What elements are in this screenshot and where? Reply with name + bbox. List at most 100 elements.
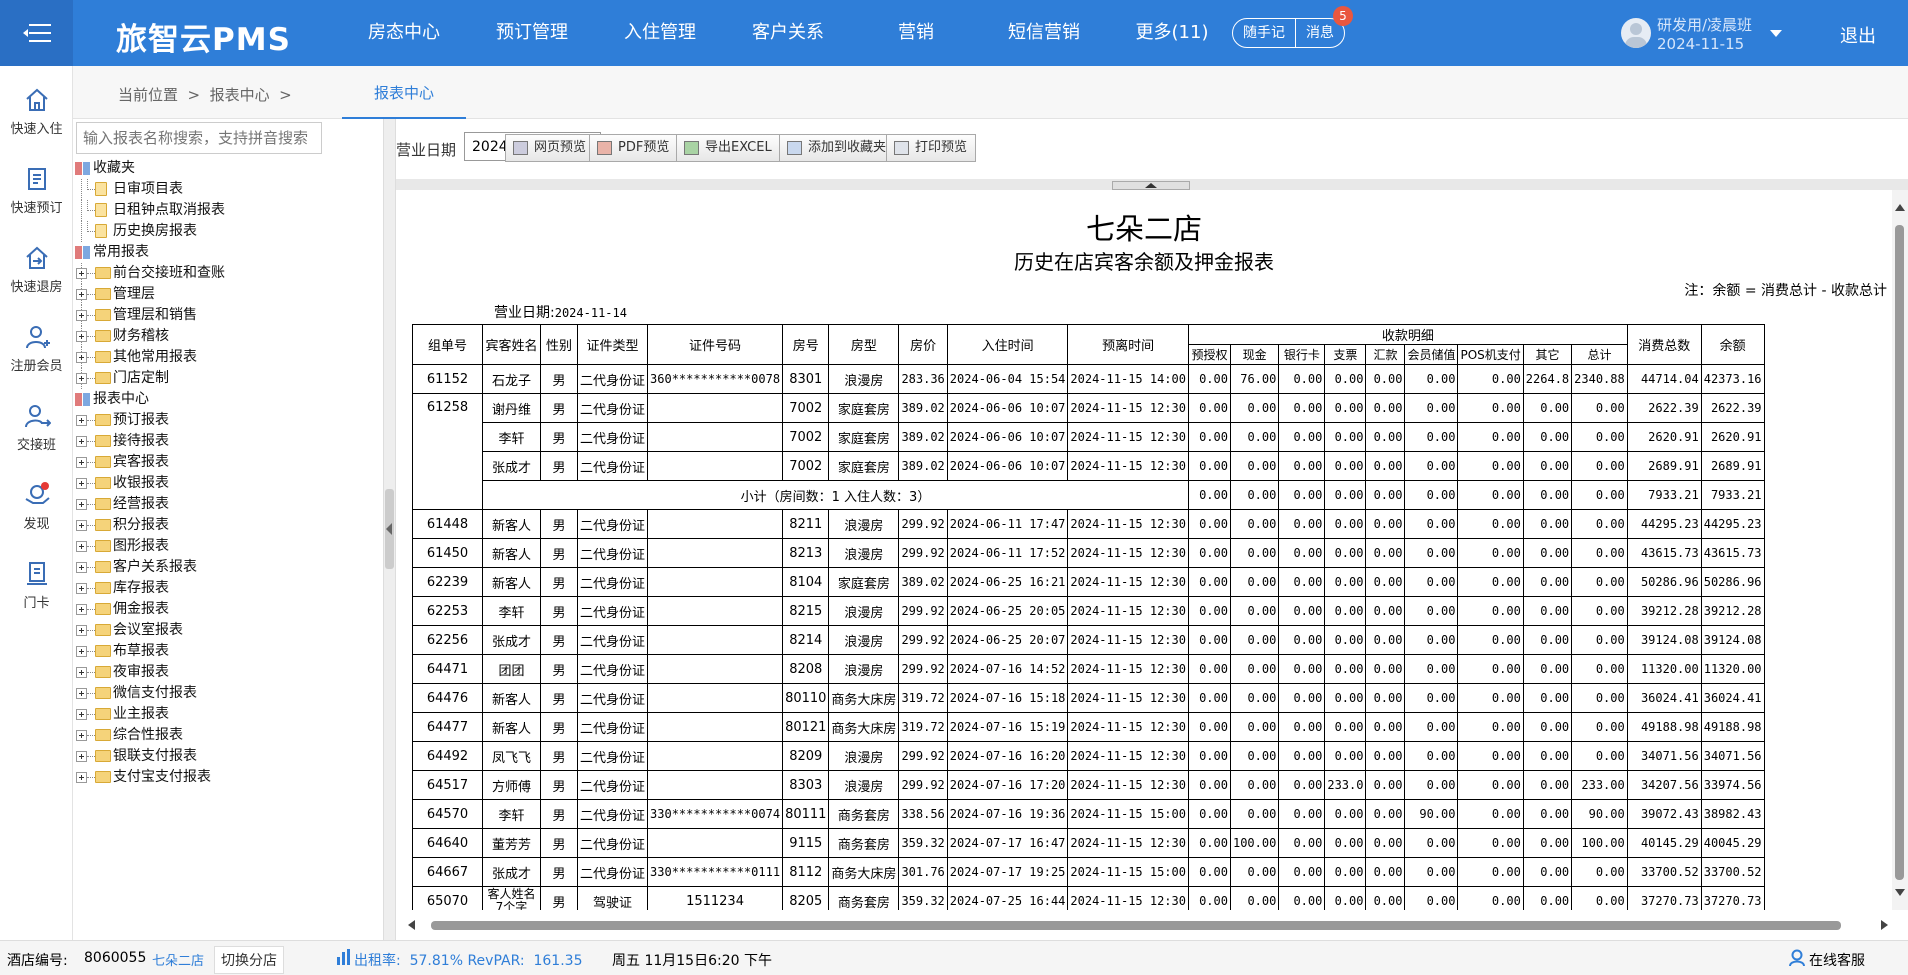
horizontal-scrollbar[interactable] — [396, 910, 1892, 940]
tree-node[interactable]: 佣金报表 — [73, 599, 383, 620]
table-row[interactable]: 64640 董芳芳男二代身份证 9115 商务套房 359.32 2024-07-17 1… — [412, 828, 1765, 858]
table-row[interactable]: 李轩男二代身份证 7002 家庭套房 389.02 2024-06-06 10:07 20… — [413, 422, 1765, 452]
table-row[interactable]: 64492 凤飞飞男二代身份证 8209 浪漫房 299.92 2024-07-16 16… — [412, 741, 1765, 771]
nav-item-6[interactable]: 更多(11) — [1108, 0, 1236, 66]
tree-node-label[interactable]: 银联支付报表 — [113, 746, 197, 767]
quick-checkout-button[interactable]: 快速退房 — [0, 244, 73, 295]
expand-icon[interactable] — [76, 688, 87, 699]
report-search-input[interactable] — [76, 122, 322, 154]
nav-item-5[interactable]: 短信营销 — [980, 0, 1108, 66]
tree-node-label[interactable]: 佣金报表 — [113, 599, 169, 620]
tree-node-label[interactable]: 管理层 — [113, 284, 155, 305]
tree-node[interactable]: 客户关系报表 — [73, 557, 383, 578]
tree-node-label[interactable]: 预订报表 — [113, 410, 169, 431]
logout-button[interactable]: 退出 — [1840, 22, 1876, 48]
tree-node[interactable]: 夜审报表 — [73, 662, 383, 683]
expand-icon[interactable] — [76, 772, 87, 783]
tree-node[interactable]: 常用报表 — [73, 242, 383, 263]
pdf-preview-button[interactable]: PDF预览 — [589, 134, 679, 162]
expand-icon[interactable] — [76, 331, 87, 342]
tree-node[interactable]: 库存报表 — [73, 578, 383, 599]
tree-node-label[interactable]: 门店定制 — [113, 368, 169, 389]
expand-icon[interactable] — [76, 625, 87, 636]
add-favorite-button[interactable]: 添加到收藏夹 — [779, 134, 896, 162]
user-name[interactable]: 研发用/凌晨班 — [1657, 14, 1752, 35]
nav-item-4[interactable]: 营销 — [852, 0, 980, 66]
expand-icon[interactable] — [76, 604, 87, 615]
tree-node[interactable]: 前台交接班和查账 — [73, 263, 383, 284]
tree-node[interactable]: 宾客报表 — [73, 452, 383, 473]
quick-note-button[interactable]: 随手记 — [1233, 19, 1295, 47]
expand-icon[interactable] — [76, 541, 87, 552]
tree-node-label[interactable]: 日租钟点取消报表 — [113, 200, 225, 221]
table-row[interactable]: 张成才男二代身份证 7002 家庭套房 389.02 2024-06-06 10:07 2… — [413, 451, 1765, 481]
tree-node[interactable]: 收藏夹 — [73, 158, 383, 179]
table-row[interactable]: 61258 谢丹维男二代身份证 7002 家庭套房 389.02 2024-06-06 1… — [412, 393, 1765, 510]
register-member-button[interactable]: 注册会员 — [0, 323, 73, 374]
table-row[interactable]: 62256 张成才男二代身份证 8214 浪漫房 299.92 2024-06-25 20… — [412, 625, 1765, 655]
table-row[interactable]: 64667 张成才男二代身份证 330***********0111 8112 商务大床… — [412, 857, 1765, 887]
tree-node-label[interactable]: 报表中心 — [93, 389, 149, 410]
nav-item-1[interactable]: 预订管理 — [468, 0, 596, 66]
table-row[interactable]: 61448 新客人男二代身份证 8211 浪漫房 299.92 2024-06-11 17… — [412, 509, 1765, 539]
tree-node-label[interactable]: 管理层和销售 — [113, 305, 197, 326]
tree-node-label[interactable]: 业主报表 — [113, 704, 169, 725]
expand-icon[interactable] — [76, 646, 87, 657]
tree-node-label[interactable]: 其他常用报表 — [113, 347, 197, 368]
expand-icon[interactable] — [76, 667, 87, 678]
print-preview-button[interactable]: 打印预览 — [886, 134, 977, 162]
table-row[interactable]: 64517 方师傅男二代身份证 8303 浪漫房 299.92 2024-07-16 17… — [412, 770, 1765, 800]
door-card-button[interactable]: 门卡 — [0, 560, 73, 611]
horizontal-scroll-thumb[interactable] — [431, 921, 1841, 930]
scroll-left-icon[interactable] — [408, 920, 415, 930]
tree-node[interactable]: 日租钟点取消报表 — [73, 200, 383, 221]
switch-branch-button[interactable]: 切换分店 — [214, 946, 284, 974]
web-preview-button[interactable]: 网页预览 — [505, 134, 596, 162]
expand-icon[interactable] — [76, 730, 87, 741]
expand-icon[interactable] — [76, 583, 87, 594]
quick-checkin-button[interactable]: 快速入住 — [0, 86, 73, 137]
table-row[interactable]: 64476 新客人男二代身份证 80110 商务大床房 319.72 2024-07-16… — [412, 683, 1765, 713]
tree-node[interactable]: 业主报表 — [73, 704, 383, 725]
menu-toggle-button[interactable] — [0, 0, 73, 66]
expand-icon[interactable] — [76, 415, 87, 426]
tree-node-label[interactable]: 历史换房报表 — [113, 221, 197, 242]
chevron-down-icon[interactable] — [1770, 30, 1782, 37]
table-row[interactable]: 64477 新客人男二代身份证 80121 商务大床房 319.72 2024-07-16… — [412, 712, 1765, 742]
tree-node-label[interactable]: 综合性报表 — [113, 725, 183, 746]
tree-node[interactable]: 其他常用报表 — [73, 347, 383, 368]
tree-node[interactable]: 积分报表 — [73, 515, 383, 536]
tree-node[interactable]: 日审项目表 — [73, 179, 383, 200]
tree-node[interactable]: 经营报表 — [73, 494, 383, 515]
expand-icon[interactable] — [76, 373, 87, 384]
online-service-button[interactable]: 在线客服 — [1809, 950, 1865, 970]
tree-node-label[interactable]: 支付宝支付报表 — [113, 767, 211, 788]
tree-node-label[interactable]: 接待报表 — [113, 431, 169, 452]
collapse-toolbar-icon[interactable] — [1112, 181, 1190, 190]
table-row[interactable]: 61152 石龙子男二代身份证 360***********0078 8301 浪漫房 2… — [412, 364, 1765, 394]
tree-node-label[interactable]: 图形报表 — [113, 536, 169, 557]
tree-node[interactable]: 门店定制 — [73, 368, 383, 389]
tree-node-label[interactable]: 收藏夹 — [93, 158, 135, 179]
tree-node-label[interactable]: 微信支付报表 — [113, 683, 197, 704]
tree-node[interactable]: 管理层 — [73, 284, 383, 305]
scroll-down-icon[interactable] — [1895, 889, 1905, 896]
avatar[interactable] — [1621, 18, 1651, 48]
tree-node[interactable]: 收银报表 — [73, 473, 383, 494]
tree-node[interactable]: 布草报表 — [73, 641, 383, 662]
vertical-scroll-thumb[interactable] — [1895, 225, 1904, 880]
collapse-left-icon[interactable] — [385, 489, 394, 569]
expand-icon[interactable] — [76, 457, 87, 468]
vertical-scrollbar[interactable] — [1892, 190, 1908, 910]
expand-icon[interactable] — [76, 289, 87, 300]
nav-item-0[interactable]: 房态中心 — [340, 0, 468, 66]
tree-node-label[interactable]: 收银报表 — [113, 473, 169, 494]
tree-node[interactable]: 微信支付报表 — [73, 683, 383, 704]
tree-node-label[interactable]: 日审项目表 — [113, 179, 183, 200]
export-excel-button[interactable]: 导出EXCEL — [676, 134, 781, 162]
table-row[interactable]: 62239 新客人男二代身份证 8104 家庭套房 389.02 2024-06-25 1… — [412, 567, 1765, 597]
tree-node[interactable]: 会议室报表 — [73, 620, 383, 641]
expand-icon[interactable] — [76, 268, 87, 279]
tree-node-label[interactable]: 前台交接班和查账 — [113, 263, 225, 284]
tree-node[interactable]: 综合性报表 — [73, 725, 383, 746]
